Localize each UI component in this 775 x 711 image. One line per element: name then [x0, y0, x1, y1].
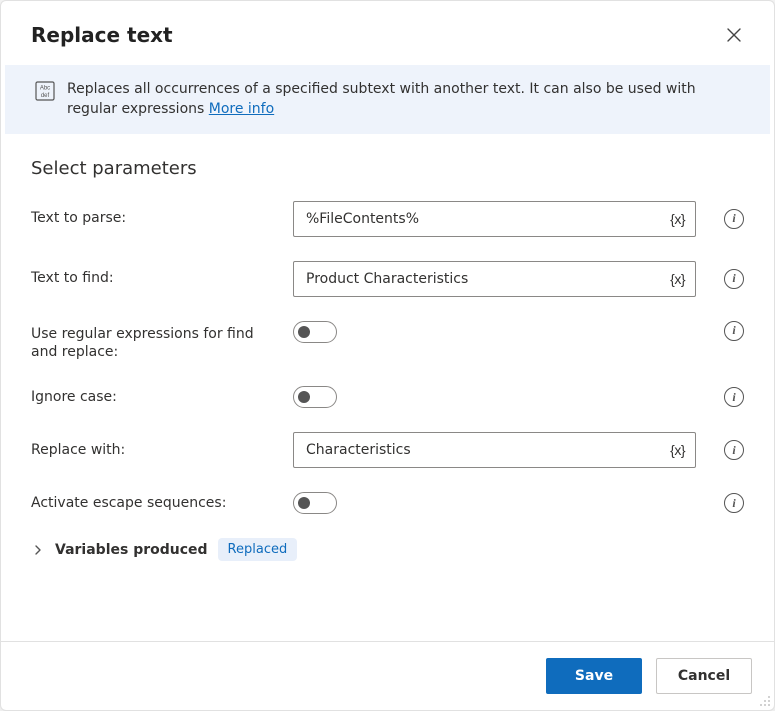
variable-chip-replaced[interactable]: Replaced: [218, 538, 298, 561]
dialog-header: Replace text: [1, 1, 774, 65]
insert-variable-button[interactable]: {x}: [666, 440, 689, 460]
replace-text-dialog: Replace text Abc def Replaces all occurr…: [0, 0, 775, 711]
ignore-case-toggle[interactable]: [293, 386, 337, 408]
use-regex-toggle[interactable]: [293, 321, 337, 343]
banner-text: Replaces all occurrences of a specified …: [67, 79, 742, 120]
label-activate-esc: Activate escape sequences:: [31, 494, 279, 513]
row-replace-with: Replace with: Characteristics {x} i: [31, 432, 744, 468]
chevron-right-icon[interactable]: [31, 543, 45, 557]
cancel-button[interactable]: Cancel: [656, 658, 752, 694]
info-banner: Abc def Replaces all occurrences of a sp…: [5, 65, 770, 134]
label-text-to-find: Text to find:: [31, 269, 279, 288]
dialog-body: Select parameters Text to parse: %FileCo…: [1, 134, 774, 641]
info-icon[interactable]: i: [724, 209, 744, 229]
section-title: Select parameters: [31, 158, 744, 179]
label-ignore-case: Ignore case:: [31, 388, 279, 407]
label-text-to-parse: Text to parse:: [31, 209, 279, 228]
row-ignore-case: Ignore case: i: [31, 386, 744, 408]
info-icon[interactable]: i: [724, 387, 744, 407]
more-info-link[interactable]: More info: [209, 101, 274, 117]
dialog-footer: Save Cancel: [1, 641, 774, 710]
variables-produced-toggle[interactable]: Variables produced: [55, 542, 208, 558]
row-activate-esc: Activate escape sequences: i: [31, 492, 744, 514]
svg-text:Abc: Abc: [40, 86, 50, 92]
variables-produced-row: Variables produced Replaced: [31, 538, 744, 561]
info-icon[interactable]: i: [724, 493, 744, 513]
insert-variable-button[interactable]: {x}: [666, 269, 689, 289]
replace-with-input[interactable]: Characteristics {x}: [293, 432, 696, 468]
text-to-parse-input[interactable]: %FileContents% {x}: [293, 201, 696, 237]
info-icon[interactable]: i: [724, 269, 744, 289]
dialog-title: Replace text: [31, 23, 173, 47]
svg-text:def: def: [41, 93, 50, 99]
resize-grip-icon[interactable]: [758, 694, 772, 708]
close-button[interactable]: [718, 19, 750, 51]
label-replace-with: Replace with:: [31, 441, 279, 460]
row-text-to-find: Text to find: Product Characteristics {x…: [31, 261, 744, 297]
row-text-to-parse: Text to parse: %FileContents% {x} i: [31, 201, 744, 237]
label-use-regex: Use regular expressions for find and rep…: [31, 321, 279, 363]
activate-esc-toggle[interactable]: [293, 492, 337, 514]
close-icon: [727, 28, 741, 42]
info-icon[interactable]: i: [724, 321, 744, 341]
text-to-find-input[interactable]: Product Characteristics {x}: [293, 261, 696, 297]
info-icon[interactable]: i: [724, 440, 744, 460]
insert-variable-button[interactable]: {x}: [666, 209, 689, 229]
save-button[interactable]: Save: [546, 658, 642, 694]
abc-def-icon: Abc def: [35, 81, 55, 107]
row-use-regex: Use regular expressions for find and rep…: [31, 321, 744, 363]
